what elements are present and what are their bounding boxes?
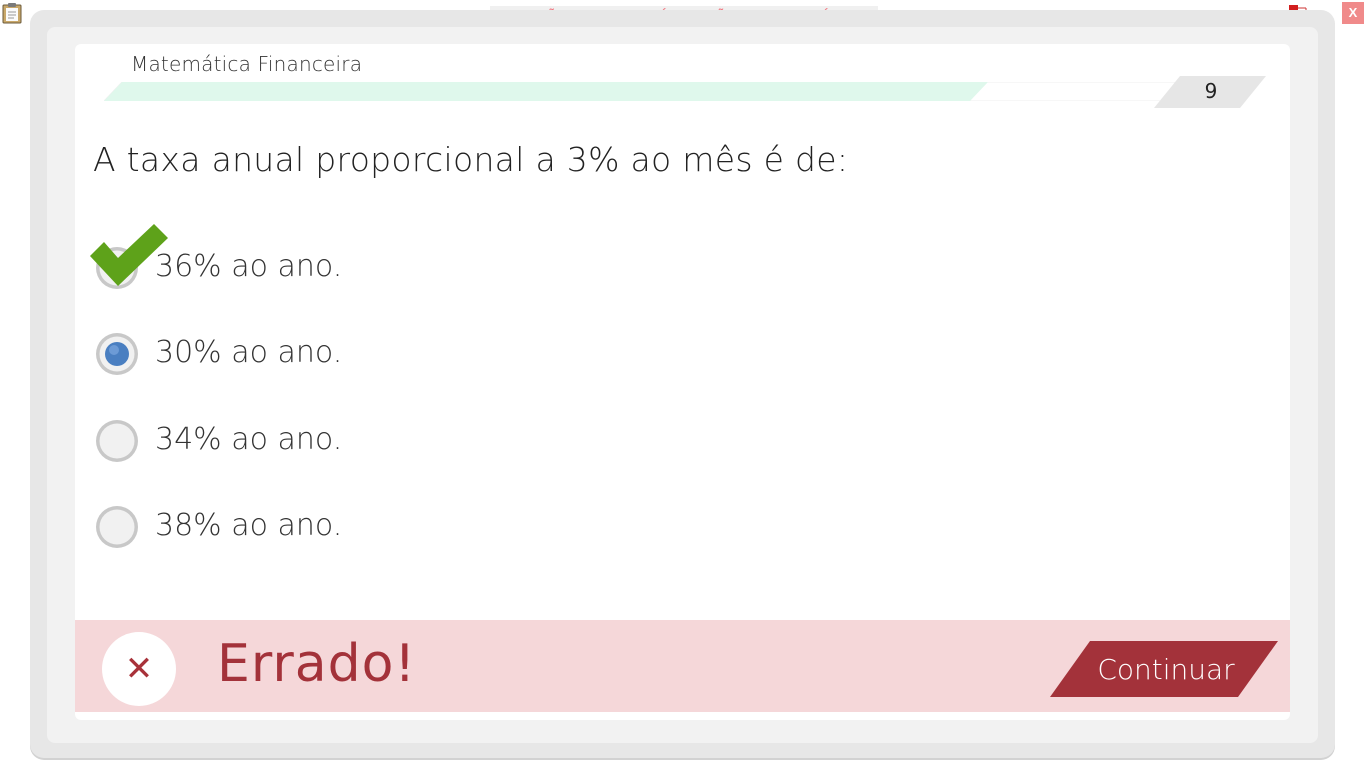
progress-bar xyxy=(104,82,1204,101)
radio-unselected-icon[interactable] xyxy=(94,418,140,464)
option-label: 30% ao ano. xyxy=(155,335,343,370)
correct-check-icon xyxy=(90,224,168,286)
continue-label: Continuar xyxy=(1097,653,1235,686)
close-button[interactable]: X xyxy=(1342,2,1364,24)
question-text: A taxa anual proporcional a 3% ao mês é … xyxy=(93,140,849,179)
clipboard-icon[interactable] xyxy=(2,2,22,24)
option-label: 36% ao ano. xyxy=(155,249,343,284)
subject-title: Matemática Financeira xyxy=(131,52,363,76)
option-label: 38% ao ano. xyxy=(155,508,343,543)
continue-button[interactable]: Continuar xyxy=(1050,641,1278,697)
option-3[interactable]: 34% ao ano. xyxy=(94,418,494,468)
feedback-result: Errado! xyxy=(217,634,417,694)
progress-fill xyxy=(104,82,988,101)
page-number: 9 xyxy=(1204,79,1218,103)
option-2[interactable]: 30% ao ano. xyxy=(94,331,494,381)
option-4[interactable]: 38% ao ano. xyxy=(94,504,494,554)
close-icon: ✕ xyxy=(124,649,154,689)
radio-selected-icon[interactable] xyxy=(94,331,140,377)
option-label: 34% ao ano. xyxy=(155,422,343,457)
radio-unselected-icon[interactable] xyxy=(94,504,140,550)
